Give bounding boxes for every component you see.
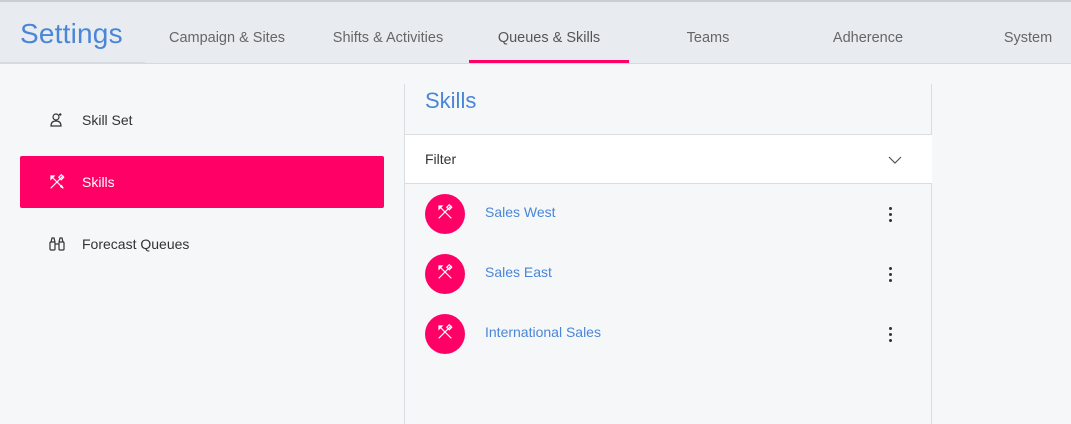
tab-adherence[interactable]: Adherence	[818, 2, 918, 64]
more-options-icon[interactable]	[883, 202, 897, 226]
sidebar: Skill Set Skills Forecast Queues	[0, 64, 404, 424]
skill-avatar	[425, 314, 465, 354]
sidebar-item-label: Skills	[82, 174, 115, 190]
sidebar-item-label: Skill Set	[82, 112, 133, 128]
skill-avatar	[425, 194, 465, 234]
page-title: Settings	[20, 18, 123, 49]
chevron-down-icon	[887, 153, 903, 165]
list-item: Sales East	[405, 244, 932, 304]
tab-system[interactable]: System	[990, 2, 1066, 64]
skill-set-icon	[48, 111, 66, 129]
binoculars-icon	[48, 235, 66, 253]
skills-panel: Skills Filter Sales West Sales East Inte…	[404, 84, 932, 424]
active-tab-indicator	[469, 60, 629, 63]
list-item: International Sales	[405, 304, 932, 364]
panel-title: Skills	[425, 88, 477, 113]
sidebar-item-skills[interactable]: Skills	[20, 156, 384, 208]
skills-icon	[48, 173, 66, 191]
tab-queues-skills[interactable]: Queues & Skills	[469, 2, 629, 64]
skill-name-link[interactable]: Sales West	[485, 204, 556, 220]
tab-shifts-activities[interactable]: Shifts & Activities	[318, 2, 458, 64]
top-header: Settings Campaign & Sites Shifts & Activ…	[0, 0, 1071, 65]
skills-icon	[436, 323, 454, 346]
filter-dropdown[interactable]: Filter	[405, 134, 932, 184]
more-options-icon[interactable]	[883, 322, 897, 346]
sidebar-item-label: Forecast Queues	[82, 236, 190, 252]
sidebar-item-skill-set[interactable]: Skill Set	[20, 94, 384, 146]
tab-campaign-sites[interactable]: Campaign & Sites	[158, 2, 296, 64]
tab-teams[interactable]: Teams	[668, 2, 748, 64]
list-item: Sales West	[405, 184, 932, 244]
skill-name-link[interactable]: International Sales	[485, 324, 601, 340]
skill-name-link[interactable]: Sales East	[485, 264, 552, 280]
more-options-icon[interactable]	[883, 262, 897, 286]
sidebar-item-forecast-queues[interactable]: Forecast Queues	[20, 218, 384, 270]
skill-avatar	[425, 254, 465, 294]
skills-icon	[436, 203, 454, 226]
skills-icon	[436, 263, 454, 286]
filter-label: Filter	[425, 151, 457, 167]
